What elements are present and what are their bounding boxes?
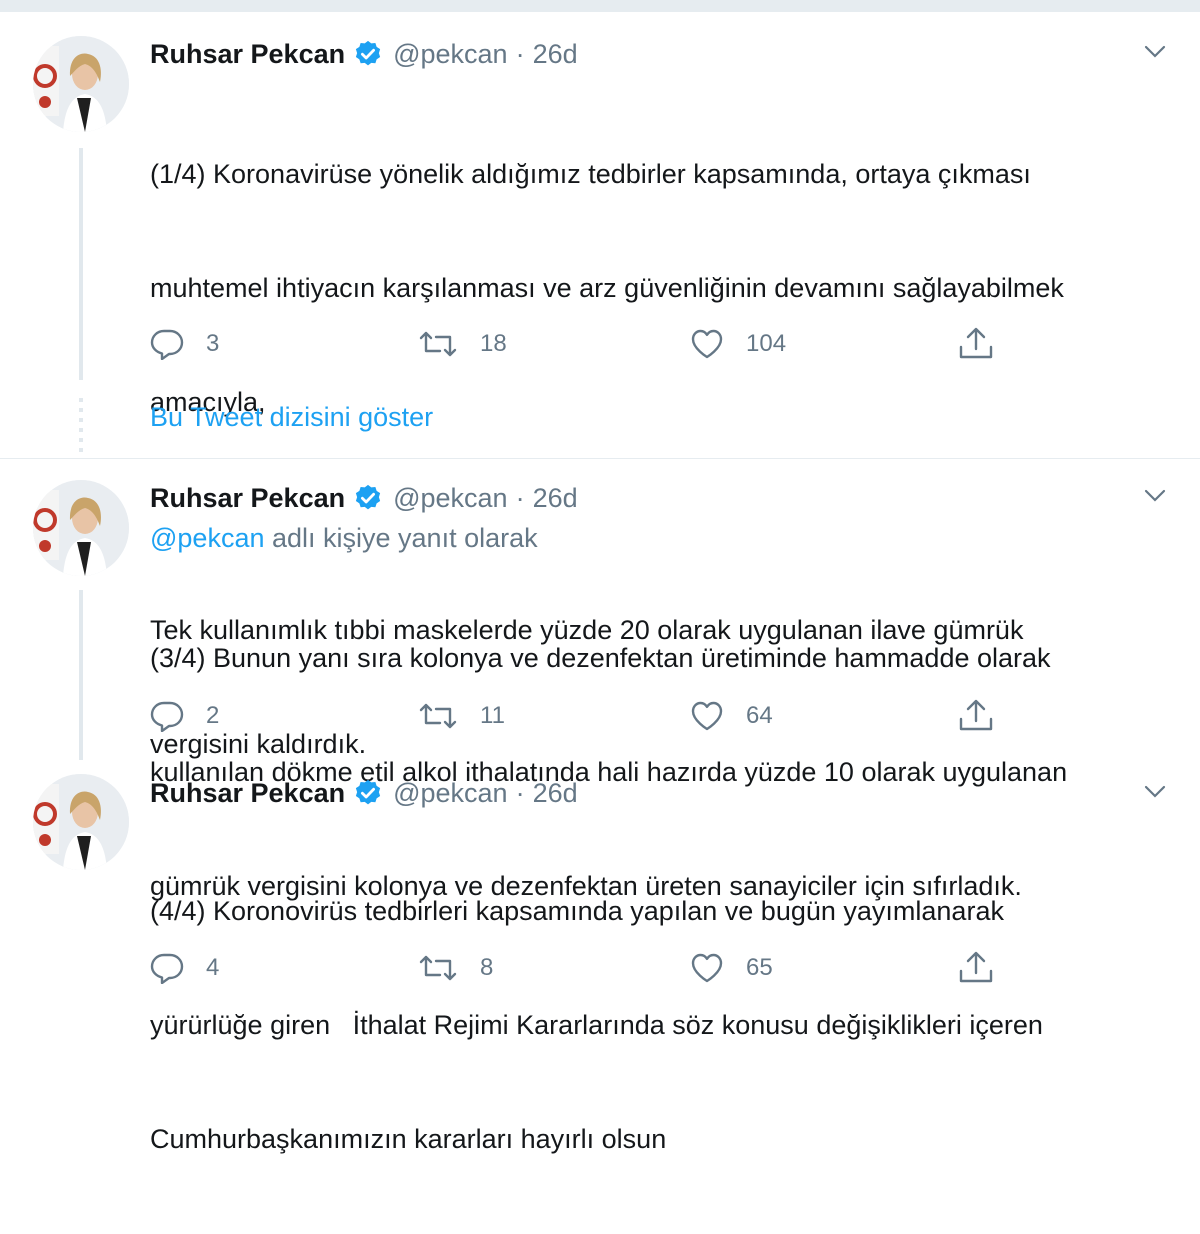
retweet-icon xyxy=(419,955,457,981)
show-thread-link[interactable]: Bu Tweet dizisini göster xyxy=(150,402,433,433)
share-icon xyxy=(959,699,993,731)
like-count: 64 xyxy=(746,702,773,729)
separator-dot: · xyxy=(515,38,525,69)
reply-button[interactable]: 4 xyxy=(150,950,219,986)
verified-icon xyxy=(353,778,383,808)
tweet-timestamp[interactable]: 26d xyxy=(533,778,578,809)
retweet-button[interactable]: 8 xyxy=(418,950,493,986)
like-icon xyxy=(691,953,723,983)
tweet[interactable]: Ruhsar Pekcan @pekcan · 26d (1/4) Korona… xyxy=(0,0,1200,759)
retweet-icon xyxy=(419,331,457,357)
chevron-down-icon[interactable] xyxy=(1140,484,1170,508)
share-button[interactable] xyxy=(958,950,1016,986)
reply-count: 3 xyxy=(206,330,220,357)
tweet-text-line: muhtemel ihtiyacın karşılanması ve arz g… xyxy=(150,273,1064,303)
reply-icon xyxy=(150,701,184,732)
avatar[interactable] xyxy=(33,774,129,870)
reply-icon xyxy=(150,953,184,984)
author-name[interactable]: Ruhsar Pekcan xyxy=(150,39,345,70)
share-icon xyxy=(959,327,993,359)
chevron-down-icon[interactable] xyxy=(1140,40,1170,64)
author-name[interactable]: Ruhsar Pekcan xyxy=(150,778,345,809)
author-handle[interactable]: @pekcan xyxy=(393,778,507,809)
tweet-text-line: (4/4) Koronovirüs tedbirleri kapsamında … xyxy=(150,896,1004,926)
retweet-count: 18 xyxy=(480,330,507,357)
reply-icon xyxy=(150,329,184,360)
separator-dot: · xyxy=(515,482,525,513)
like-count: 104 xyxy=(746,330,787,357)
tweet-actions: 4 8 65 xyxy=(150,950,1050,986)
tweet-header: Ruhsar Pekcan @pekcan · 26d xyxy=(150,36,578,72)
reply-context: @pekcan adlı kişiye yanıt olarak xyxy=(150,523,538,554)
retweet-button[interactable]: 11 xyxy=(418,698,505,734)
tweet-text-line: Cumhurbaşkanımızın kararları hayırlı ols… xyxy=(150,1124,667,1154)
tweet-text: (4/4) Koronovirüs tedbirleri kapsamında … xyxy=(150,816,1170,1234)
tweet-text-line: yürürlüğe giren İthalat Rejimi Kararları… xyxy=(150,1010,1043,1040)
share-button[interactable] xyxy=(958,326,1016,362)
separator-dot: · xyxy=(515,777,525,808)
tweet[interactable]: Ruhsar Pekcan @pekcan · 26d @pekcan adlı… xyxy=(0,460,1200,901)
like-icon xyxy=(691,701,723,731)
chevron-down-icon[interactable] xyxy=(1140,780,1170,804)
divider xyxy=(0,458,1200,459)
tweet-timestamp[interactable]: 26d xyxy=(533,39,578,70)
reply-to-handle-link[interactable]: @pekcan xyxy=(150,523,264,553)
like-button[interactable]: 104 xyxy=(690,326,786,362)
like-button[interactable]: 65 xyxy=(690,950,773,986)
verified-icon xyxy=(353,483,383,513)
tweet-timestamp[interactable]: 26d xyxy=(533,483,578,514)
share-button[interactable] xyxy=(958,698,1016,734)
reply-count: 4 xyxy=(206,954,220,981)
author-handle[interactable]: @pekcan xyxy=(393,39,507,70)
share-icon xyxy=(959,951,993,983)
retweet-button[interactable]: 18 xyxy=(418,326,507,362)
tweet-actions: 3 18 104 xyxy=(150,326,1050,362)
tweet-header: Ruhsar Pekcan @pekcan · 26d xyxy=(150,480,578,516)
tweet-text-line: (3/4) Bunun yanı sıra kolonya ve dezenfe… xyxy=(150,643,1051,673)
like-icon xyxy=(691,329,723,359)
verified-icon xyxy=(353,39,383,69)
reply-button[interactable]: 3 xyxy=(150,326,219,362)
reply-to-text: adlı kişiye yanıt olarak xyxy=(264,523,538,553)
like-count: 65 xyxy=(746,954,773,981)
tweet-text-line: (1/4) Koronavirüse yönelik aldığımız ted… xyxy=(150,159,1031,189)
thread-gap-dots xyxy=(79,398,83,458)
retweet-icon xyxy=(419,703,457,729)
tweet-actions: 2 11 64 xyxy=(150,698,1050,734)
author-name[interactable]: Ruhsar Pekcan xyxy=(150,483,345,514)
avatar[interactable] xyxy=(33,36,129,132)
avatar[interactable] xyxy=(33,480,129,576)
retweet-count: 11 xyxy=(480,702,505,729)
retweet-count: 8 xyxy=(480,954,494,981)
tweet-header: Ruhsar Pekcan @pekcan · 26d xyxy=(150,775,578,811)
reply-count: 2 xyxy=(206,702,220,729)
author-handle[interactable]: @pekcan xyxy=(393,483,507,514)
tweet[interactable]: Ruhsar Pekcan @pekcan · 26d (4/4) Korono… xyxy=(0,760,1200,1154)
reply-button[interactable]: 2 xyxy=(150,698,219,734)
like-button[interactable]: 64 xyxy=(690,698,773,734)
